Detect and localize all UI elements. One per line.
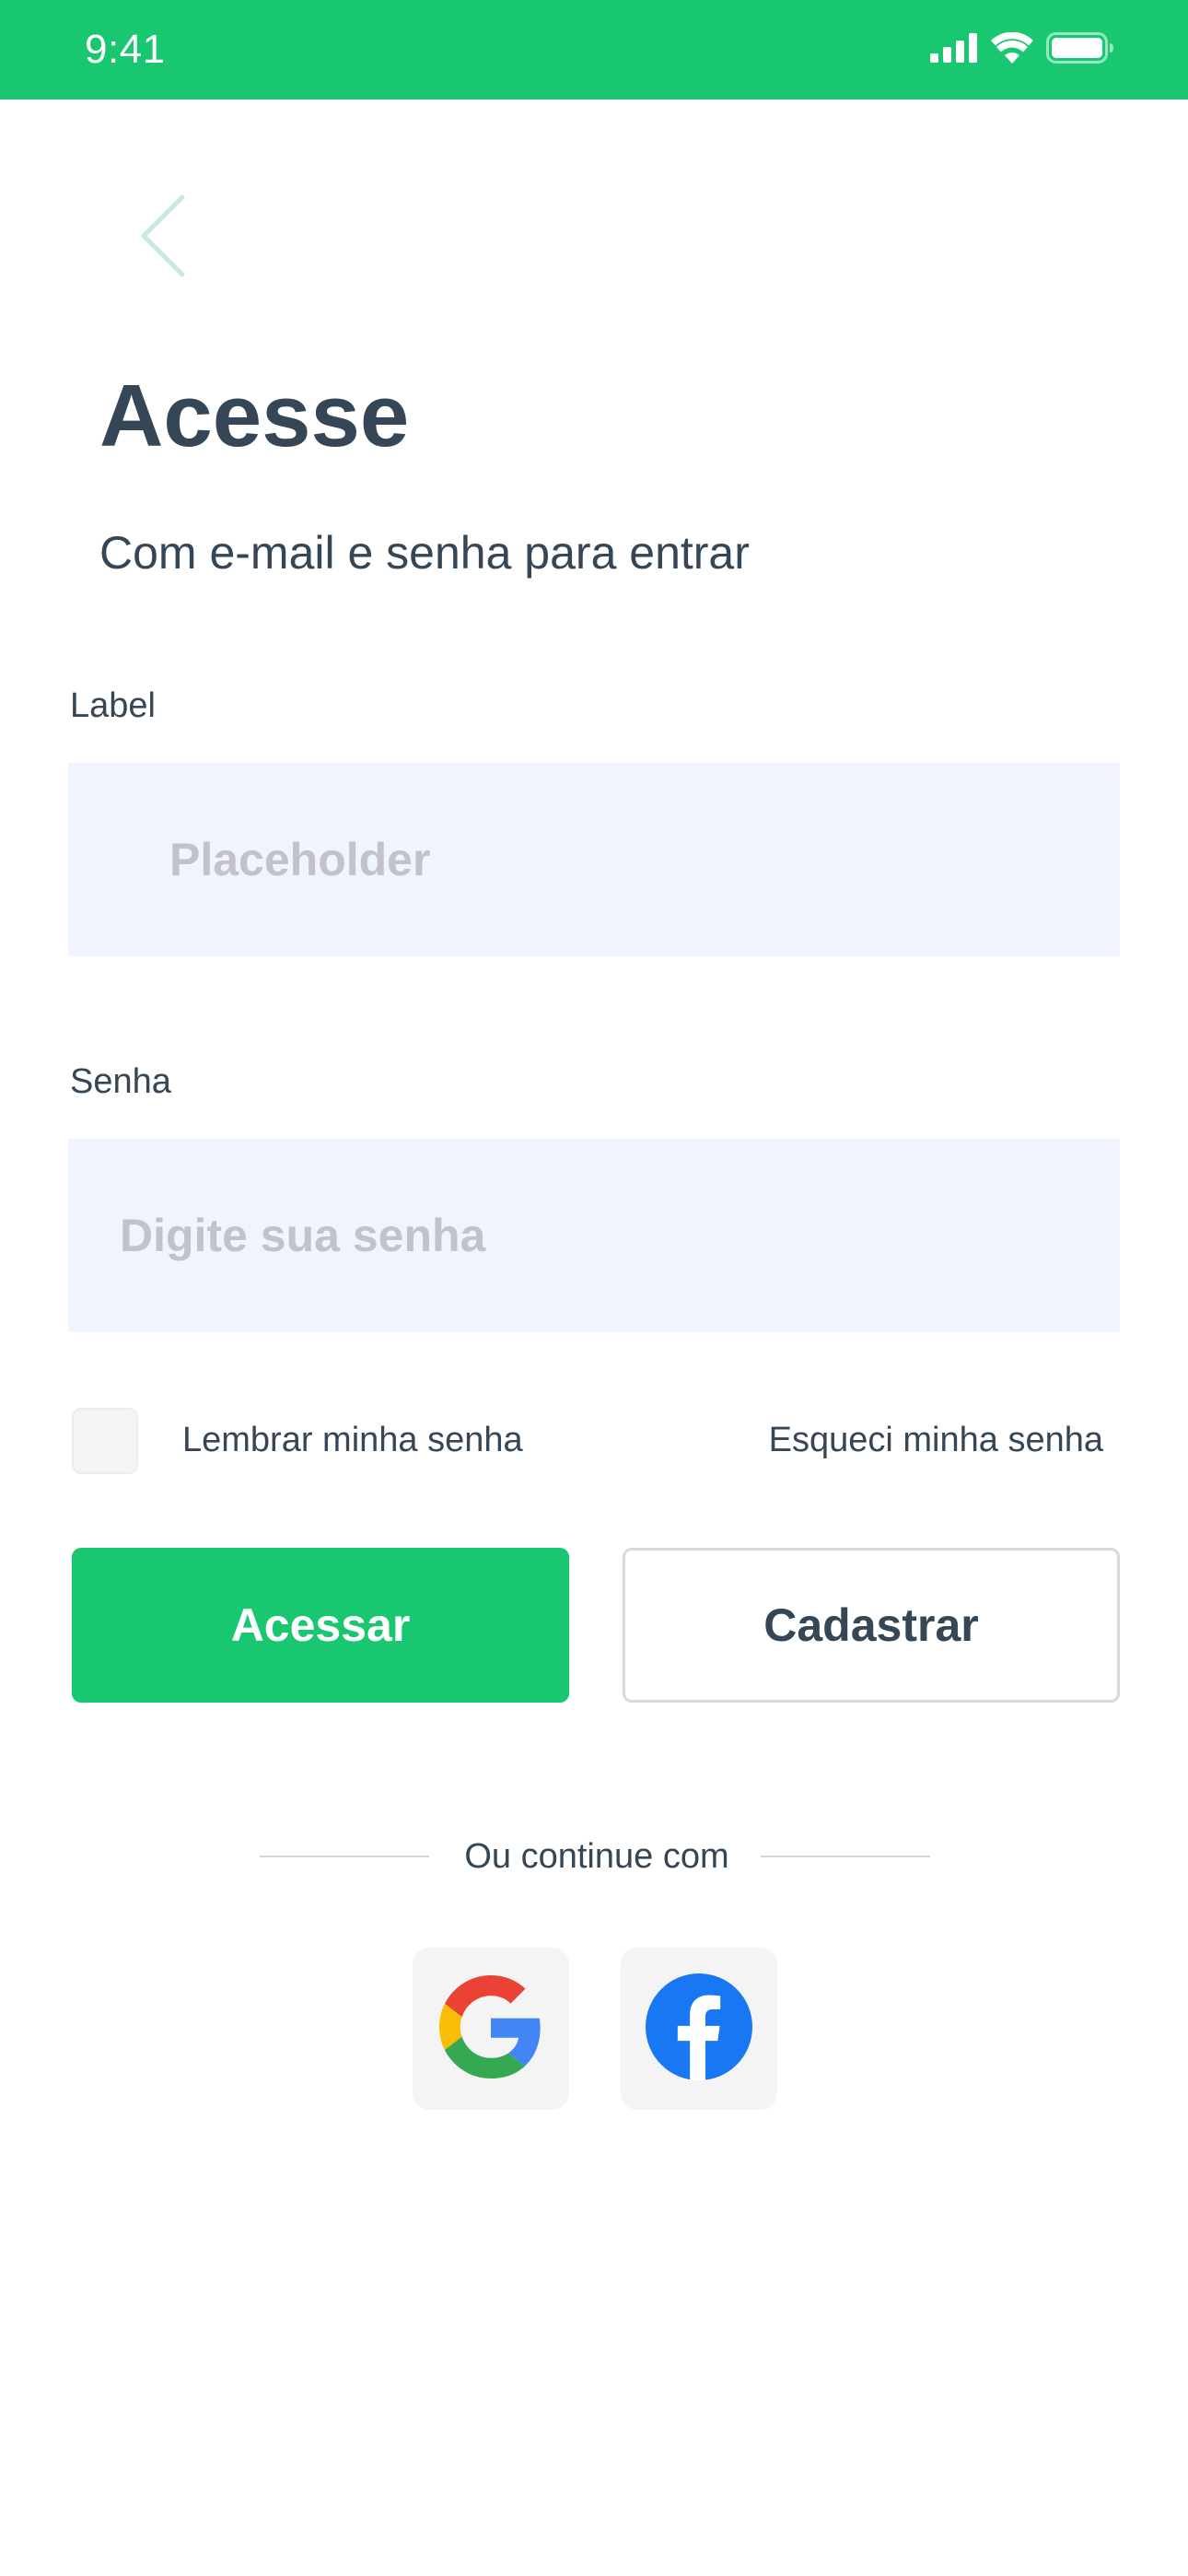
email-label: Label [70, 686, 156, 725]
wifi-icon [991, 31, 1033, 68]
chevron-left-icon [136, 192, 192, 285]
status-bar: 9:41 [0, 0, 1188, 100]
google-icon [439, 1974, 542, 2083]
page-title: Acesse [99, 367, 410, 465]
status-time: 9:41 [85, 27, 166, 72]
facebook-icon [646, 1973, 752, 2085]
divider-line-left [260, 1856, 429, 1857]
page-subtitle: Com e-mail e senha para entrar [99, 527, 750, 579]
password-label: Senha [70, 1062, 171, 1101]
facebook-login-button[interactable] [621, 1948, 777, 2110]
password-input[interactable] [68, 1139, 1120, 1332]
signup-button[interactable]: Cadastrar [623, 1548, 1120, 1703]
remember-label: Lembrar minha senha [182, 1421, 523, 1459]
login-button[interactable]: Acessar [72, 1548, 569, 1703]
battery-icon [1046, 31, 1114, 68]
status-icons [930, 31, 1114, 68]
remember-checkbox[interactable] [72, 1408, 138, 1474]
divider-line-right [761, 1856, 930, 1857]
google-login-button[interactable] [413, 1948, 569, 2110]
social-divider-text: Ou continue com [464, 1837, 729, 1876]
signal-icon [930, 32, 978, 67]
email-input[interactable] [68, 763, 1120, 956]
back-button[interactable] [127, 190, 201, 286]
login-screen: 9:41 Acesse Com e-mail e senha para entr… [0, 0, 1188, 2576]
forgot-password-link[interactable]: Esqueci minha senha [769, 1415, 1103, 1465]
